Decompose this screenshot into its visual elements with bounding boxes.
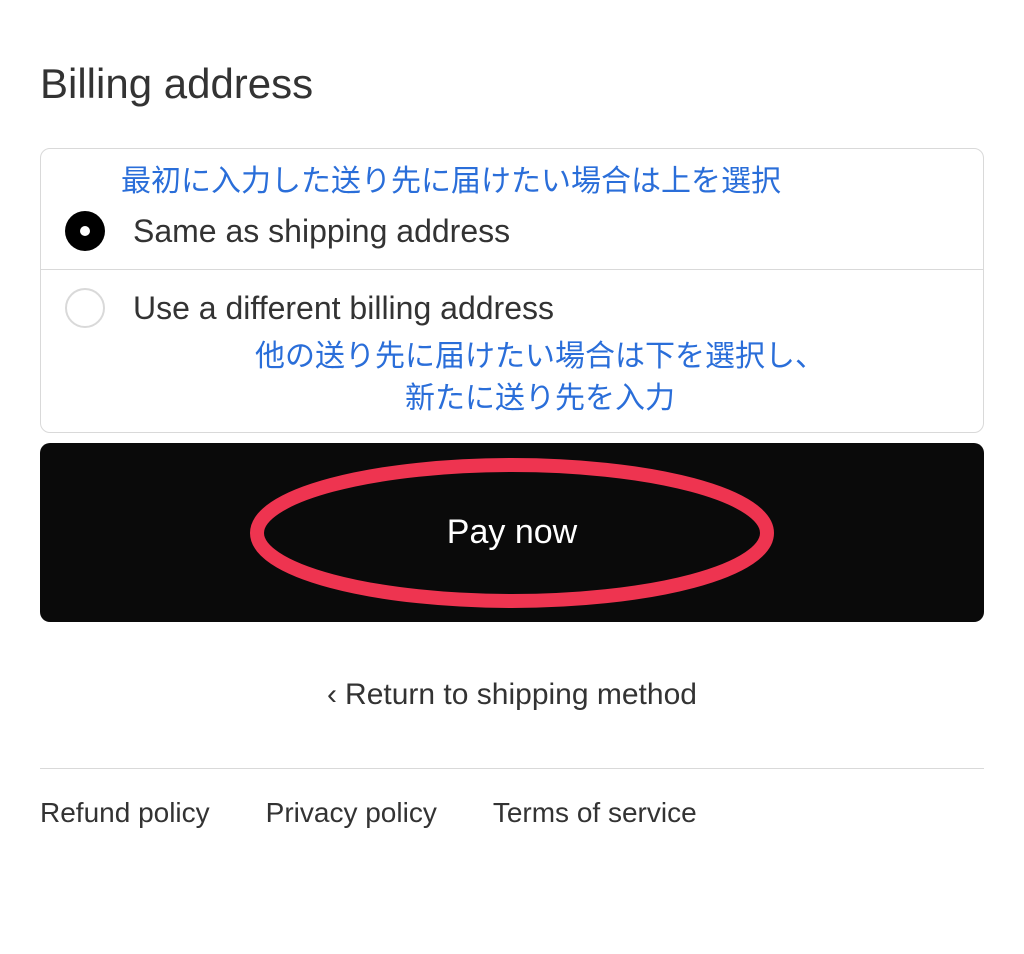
radio-selected-icon: [65, 211, 105, 251]
annotation-different-address: 他の送り先に届けたい場合は下を選択し、 新たに送り先を入力: [65, 336, 959, 420]
radio-option-same-address[interactable]: 最初に入力した送り先に届けたい場合は上を選択 Same as shipping …: [41, 149, 983, 270]
radio-unselected-icon: [65, 288, 105, 328]
return-link-label: Return to shipping method: [345, 678, 697, 712]
pay-button-container: Pay now: [40, 443, 984, 622]
radio-label-different: Use a different billing address: [133, 290, 554, 327]
footer-divider: [40, 768, 984, 769]
terms-of-service-link[interactable]: Terms of service: [493, 797, 697, 829]
radio-label-same: Same as shipping address: [133, 213, 510, 250]
pay-now-button[interactable]: Pay now: [40, 443, 984, 622]
chevron-left-icon: ‹: [327, 680, 337, 710]
footer-links: Refund policy Privacy policy Terms of se…: [40, 797, 984, 829]
annotation-same-address: 最初に入力した送り先に届けたい場合は上を選択: [65, 161, 959, 203]
billing-address-radio-group: 最初に入力した送り先に届けたい場合は上を選択 Same as shipping …: [40, 148, 984, 433]
radio-option-different-address[interactable]: Use a different billing address 他の送り先に届け…: [41, 270, 983, 432]
annotation-different-line1: 他の送り先に届けたい場合は下を選択し、: [255, 340, 825, 373]
pay-now-label: Pay now: [447, 513, 577, 552]
billing-address-title: Billing address: [40, 60, 984, 108]
return-to-shipping-link[interactable]: ‹ Return to shipping method: [40, 678, 984, 712]
refund-policy-link[interactable]: Refund policy: [40, 797, 210, 829]
privacy-policy-link[interactable]: Privacy policy: [266, 797, 437, 829]
annotation-different-line2: 新たに送り先を入力: [405, 382, 675, 415]
